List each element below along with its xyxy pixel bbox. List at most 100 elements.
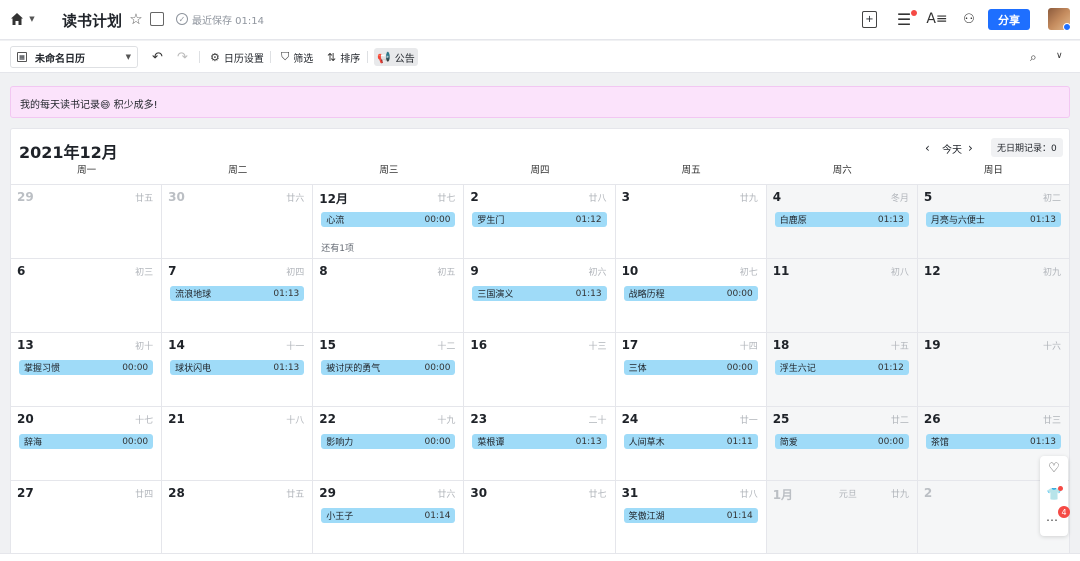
home-icon[interactable]: [10, 11, 24, 27]
event-time: 01:14: [424, 510, 451, 521]
sort-label: 排序: [340, 53, 361, 65]
event-item[interactable]: 三国演义 01:13: [472, 286, 607, 301]
event-title: 战略历程: [628, 290, 665, 300]
day-cell[interactable]: 12 初九: [917, 259, 1069, 333]
day-number: 22: [319, 412, 336, 426]
event-item[interactable]: 战略历程 00:00: [623, 286, 758, 301]
day-cell[interactable]: 11 初八: [766, 259, 918, 333]
day-cell[interactable]: 25 廿二 简爱 00:00: [766, 407, 918, 481]
day-cell[interactable]: 15 十二 被讨厌的勇气 00:00: [313, 333, 465, 407]
search-icon[interactable]: ⌕: [1030, 50, 1037, 65]
next-month-icon[interactable]: ›: [968, 141, 973, 155]
event-title: 笑傲江湖: [628, 512, 665, 522]
today-button[interactable]: 今天: [942, 141, 962, 156]
event-item[interactable]: 心流 00:00: [321, 212, 456, 227]
day-cell[interactable]: 29 廿六 小王子 01:14: [313, 481, 465, 555]
lunar-date: 初二: [1042, 194, 1061, 204]
event-item[interactable]: 影响力 00:00: [321, 434, 456, 449]
day-cell[interactable]: 12月 廿七 心流 00:00 还有1项: [313, 185, 465, 259]
event-time: 01:11: [726, 436, 753, 447]
no-date-records-button[interactable]: 无日期记录：0: [991, 138, 1063, 157]
day-cell[interactable]: 30 廿六: [162, 185, 314, 259]
bottom-bar: [0, 553, 1080, 561]
event-item[interactable]: 月亮与六便士 01:13: [925, 212, 1061, 227]
event-title: 白鹿原: [779, 216, 807, 226]
permission-icon[interactable]: ⚇: [960, 11, 978, 27]
day-number: 23: [470, 412, 488, 426]
day-cell[interactable]: 29 廿五: [11, 185, 163, 259]
calendar-settings-button[interactable]: ⚙ 日历设置: [207, 48, 267, 66]
day-cell[interactable]: 13 初十 掌握习惯 00:00: [11, 333, 163, 407]
announcement-button[interactable]: 📢 公告: [374, 48, 418, 66]
more-events-link[interactable]: 还有1项: [321, 241, 354, 254]
calendar-icon: ▦: [17, 52, 27, 62]
event-item[interactable]: 球状闪电 01:13: [170, 360, 305, 375]
event-time: 00:00: [424, 436, 451, 447]
caret-down-icon[interactable]: ▼: [28, 14, 36, 24]
filter-button[interactable]: ⛉ 筛选: [278, 48, 316, 66]
star-icon[interactable]: ☆: [128, 10, 144, 28]
event-item[interactable]: 人间草木 01:11: [623, 434, 758, 449]
event-item[interactable]: 菜根谭 01:13: [472, 434, 607, 449]
day-cell[interactable]: 5 初二 月亮与六便士 01:13: [917, 185, 1069, 259]
day-number: 12月: [319, 192, 348, 206]
weekday-header: 周一 周二 周三 周四 周五 周六 周日: [11, 163, 1069, 185]
collapse-chevron-icon[interactable]: ∨: [1056, 51, 1063, 61]
redo-icon[interactable]: ↷: [177, 50, 188, 65]
day-number: 14: [168, 338, 185, 352]
event-time: 01:13: [575, 436, 602, 447]
event-item[interactable]: 茶馆 01:13: [925, 434, 1061, 449]
event-item[interactable]: 简爱 00:00: [774, 434, 909, 449]
event-item[interactable]: 三体 00:00: [623, 360, 758, 375]
event-item[interactable]: 白鹿原 01:13: [774, 212, 909, 227]
font-size-icon[interactable]: A≡: [926, 11, 947, 27]
calendar-select[interactable]: ▦ 未命名日历 ▼: [10, 46, 138, 68]
day-cell[interactable]: 16 十三: [464, 333, 616, 407]
undo-icon[interactable]: ↶: [152, 50, 163, 65]
day-cell[interactable]: 8 初五: [313, 259, 465, 333]
filter-label: 筛选: [293, 53, 314, 65]
share-button[interactable]: 分享: [988, 9, 1030, 30]
day-cell[interactable]: 14 十一 球状闪电 01:13: [162, 333, 314, 407]
day-cell[interactable]: 6 初三: [11, 259, 163, 333]
day-cell[interactable]: 22 十九影响力 00:00: [313, 407, 465, 481]
event-item[interactable]: 浮生六记 01:12: [774, 360, 909, 375]
day-cell[interactable]: 2 廿八 罗生门 01:12: [464, 185, 616, 259]
day-cell[interactable]: 3 廿九: [615, 185, 767, 259]
move-folder-icon[interactable]: [150, 12, 164, 26]
sort-button[interactable]: ⇅ 排序: [324, 48, 363, 66]
event-title: 被讨厌的勇气: [326, 364, 381, 374]
day-cell[interactable]: 10 初七 战略历程 00:00: [615, 259, 767, 333]
day-cell[interactable]: 7 初四 流浪地球 01:13: [162, 259, 314, 333]
prev-month-icon[interactable]: ‹: [925, 141, 930, 155]
doc-title[interactable]: 读书计划: [62, 9, 122, 31]
day-cell[interactable]: 23 二十 菜根谭 01:13: [464, 407, 616, 481]
floating-side-panel: ♡ 👕 ⋯ 4: [1040, 456, 1070, 536]
event-item[interactable]: 被讨厌的勇气 00:00: [321, 360, 456, 375]
day-cell[interactable]: 30 廿七: [464, 481, 616, 555]
event-item[interactable]: 流浪地球 01:13: [170, 286, 305, 301]
event-item[interactable]: 笑傲江湖 01:14: [623, 508, 758, 523]
day-cell[interactable]: 24 廿一 人间草木 01:11: [615, 407, 767, 481]
day-cell[interactable]: 28 廿五: [162, 481, 314, 555]
heart-icon[interactable]: ♡: [1046, 460, 1062, 476]
day-cell[interactable]: 17 十四 三体 00:00: [615, 333, 767, 407]
day-cell[interactable]: 27 廿四: [11, 481, 163, 555]
menu-icon[interactable]: ☰: [896, 10, 912, 29]
event-item[interactable]: 辞海 00:00: [19, 434, 154, 449]
day-cell[interactable]: 18 十五 浮生六记 01:12: [766, 333, 918, 407]
day-cell[interactable]: 21 十八: [162, 407, 314, 481]
day-number: 30: [168, 190, 185, 204]
event-item[interactable]: 掌握习惯 00:00: [19, 360, 154, 375]
day-cell[interactable]: 9 初六 三国演义 01:13: [464, 259, 616, 333]
day-cell[interactable]: 31 廿八 笑傲江湖 01:14: [615, 481, 767, 555]
day-cell[interactable]: 1月 廿九 元旦: [766, 481, 918, 555]
lunar-date: 十九: [437, 416, 456, 426]
day-cell[interactable]: 4 冬月 白鹿原 01:13: [766, 185, 918, 259]
day-cell[interactable]: 19 十六: [917, 333, 1069, 407]
event-item[interactable]: 罗生门 01:12: [472, 212, 607, 227]
day-cell[interactable]: 20 十七 辞海 00:00: [11, 407, 163, 481]
new-doc-icon[interactable]: +: [862, 11, 877, 28]
event-item[interactable]: 小王子 01:14: [321, 508, 456, 523]
lunar-date: 初八: [890, 268, 909, 278]
